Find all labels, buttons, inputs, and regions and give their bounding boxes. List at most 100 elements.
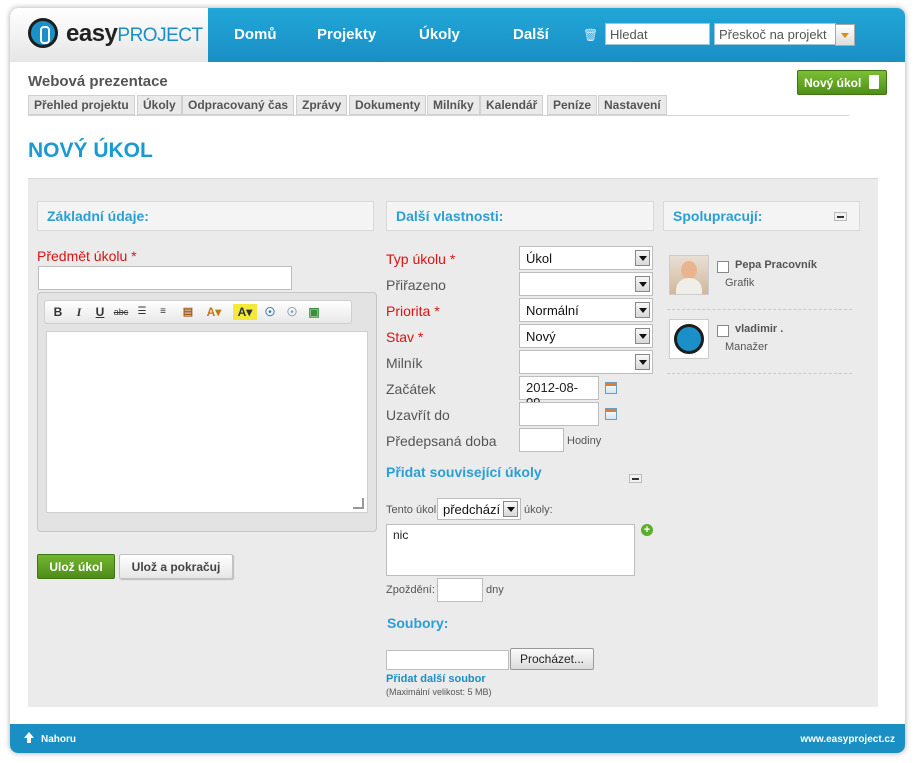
start-date-label: Začátek	[386, 381, 436, 397]
collapse-icon[interactable]	[629, 474, 642, 483]
estimate-label: Předepsaná doba	[386, 433, 497, 449]
app-window: easyPROJECT Domů Projekty Úkoly Další 🗑 …	[10, 8, 905, 753]
search-input[interactable]: Hledat	[605, 23, 710, 45]
estimate-unit: Hodiny	[567, 435, 602, 447]
jump-to-project-select[interactable]: Přeskoč na projekt	[714, 23, 836, 45]
tab-documents[interactable]: Dokumenty	[349, 95, 427, 115]
status-select[interactable]: Nový	[519, 324, 653, 348]
calendar-icon[interactable]	[605, 408, 617, 420]
editor-toolbar: B I U abc ☰ ≡ ▤ A▾ A▾ ☉ ☉ ▣	[44, 300, 352, 324]
image-icon[interactable]: ▣	[306, 304, 322, 320]
nav-more[interactable]: Další	[513, 26, 549, 43]
arrow-up-icon-stem	[27, 737, 31, 743]
power-icon	[674, 324, 704, 354]
type-select[interactable]: Úkol	[519, 246, 653, 270]
page-title: NOVÝ ÚKOL	[28, 139, 153, 162]
start-date-input[interactable]: 2012-08-09	[519, 376, 599, 410]
related-tasks-heading: Přidat související úkoly	[386, 464, 542, 480]
logo-text: easyPROJECT	[66, 20, 203, 47]
nav-tasks[interactable]: Úkoly	[419, 26, 460, 43]
milestone-select[interactable]	[519, 350, 653, 374]
milestone-label: Milník	[386, 355, 423, 371]
text-color-icon[interactable]: A▾	[202, 304, 226, 320]
avatar	[669, 255, 709, 295]
assigned-select[interactable]	[519, 272, 653, 296]
collaborator-role: Manažer	[725, 341, 768, 353]
top-navigation-bar: easyPROJECT Domů Projekty Úkoly Další 🗑 …	[10, 8, 905, 62]
collaborator-checkbox[interactable]	[717, 261, 729, 273]
delay-input[interactable]	[437, 578, 483, 602]
bold-icon[interactable]: B	[50, 304, 66, 320]
relation-select[interactable]: předchází	[437, 498, 521, 520]
add-file-link[interactable]: Přidat další soubor	[386, 673, 486, 685]
person-icon	[681, 261, 697, 279]
basic-section-heading: Základní údaje:	[37, 201, 374, 231]
type-label: Typ úkolu *	[386, 251, 456, 267]
delay-unit: dny	[486, 584, 504, 596]
tab-money[interactable]: Peníze	[547, 95, 598, 115]
related-tasks-input[interactable]: nic	[386, 524, 635, 576]
priority-select[interactable]: Normální	[519, 298, 653, 322]
back-to-top-link[interactable]: Nahoru	[41, 734, 76, 745]
assigned-label: Přiřazeno	[386, 277, 446, 293]
project-title: Webová prezentace	[28, 73, 168, 90]
collaborator-name: Pepa Pracovník	[735, 259, 817, 271]
file-input[interactable]	[386, 650, 509, 670]
collaborators-heading: Spolupracují:	[663, 201, 860, 231]
logo-power-icon	[28, 18, 58, 48]
bullet-list-icon[interactable]: ≡	[155, 304, 171, 320]
collaborator-name: vladimir .	[735, 323, 784, 335]
due-date-input[interactable]	[519, 402, 599, 426]
divider	[667, 373, 852, 374]
strikethrough-icon[interactable]: abc	[113, 304, 129, 320]
tab-messages[interactable]: Zprávy	[296, 95, 348, 115]
site-link[interactable]: www.easyproject.cz	[800, 734, 895, 745]
logo[interactable]: easyPROJECT	[10, 8, 208, 62]
related-prefix: Tento úkol	[386, 504, 437, 516]
chevron-down-icon[interactable]	[835, 24, 855, 46]
paste-icon[interactable]: ▤	[180, 304, 196, 320]
delay-label: Zpoždění:	[386, 584, 435, 596]
add-icon[interactable]: +	[641, 524, 653, 536]
unlink-icon[interactable]: ☉	[284, 304, 300, 320]
browse-button[interactable]: Procházet...	[510, 648, 594, 670]
description-textarea[interactable]	[46, 331, 368, 513]
status-label: Stav *	[386, 329, 424, 345]
tabs-divider	[28, 115, 849, 116]
highlight-icon[interactable]: A▾	[233, 304, 257, 320]
subject-label: Předmět úkolu *	[37, 248, 137, 264]
trash-icon[interactable]: 🗑	[583, 28, 598, 42]
resize-handle-icon[interactable]	[353, 498, 364, 509]
tab-overview[interactable]: Přehled projektu	[28, 95, 135, 115]
new-task-button[interactable]: Nový úkol	[797, 70, 887, 95]
subject-input[interactable]	[38, 266, 292, 290]
due-date-label: Uzavřít do	[386, 407, 450, 423]
footer: Nahoru www.easyproject.cz	[10, 724, 905, 753]
collaborator-checkbox[interactable]	[717, 325, 729, 337]
save-and-continue-button[interactable]: Ulož a pokračuj	[119, 554, 233, 579]
max-file-size: (Maximální velikost: 5 MB)	[386, 687, 492, 697]
description-editor: B I U abc ☰ ≡ ▤ A▾ A▾ ☉ ☉ ▣	[37, 292, 377, 532]
ordered-list-icon[interactable]: ☰	[134, 304, 150, 320]
collaborator-role: Grafik	[725, 277, 755, 289]
tab-tasks[interactable]: Úkoly	[137, 95, 182, 115]
estimate-input[interactable]	[519, 428, 564, 452]
link-icon[interactable]: ☉	[262, 304, 278, 320]
files-heading: Soubory:	[387, 615, 449, 631]
underline-icon[interactable]: U	[92, 304, 108, 320]
save-button[interactable]: Ulož úkol	[37, 554, 115, 579]
tab-calendar[interactable]: Kalendář	[480, 95, 544, 115]
tab-settings[interactable]: Nastavení	[598, 95, 667, 115]
tab-time[interactable]: Odpracovaný čas	[182, 95, 295, 115]
nav-projects[interactable]: Projekty	[317, 26, 376, 43]
nav-home[interactable]: Domů	[234, 26, 277, 43]
avatar	[669, 319, 709, 359]
related-suffix: úkoly:	[524, 504, 553, 516]
collapse-icon[interactable]	[834, 212, 847, 221]
italic-icon[interactable]: I	[71, 304, 87, 320]
task-form: Základní údaje: Předmět úkolu * B I U ab…	[28, 178, 878, 707]
calendar-icon[interactable]	[605, 382, 617, 394]
tab-milestones[interactable]: Milníky	[427, 95, 480, 115]
clipboard-icon	[869, 75, 879, 89]
priority-label: Priorita *	[386, 303, 440, 319]
